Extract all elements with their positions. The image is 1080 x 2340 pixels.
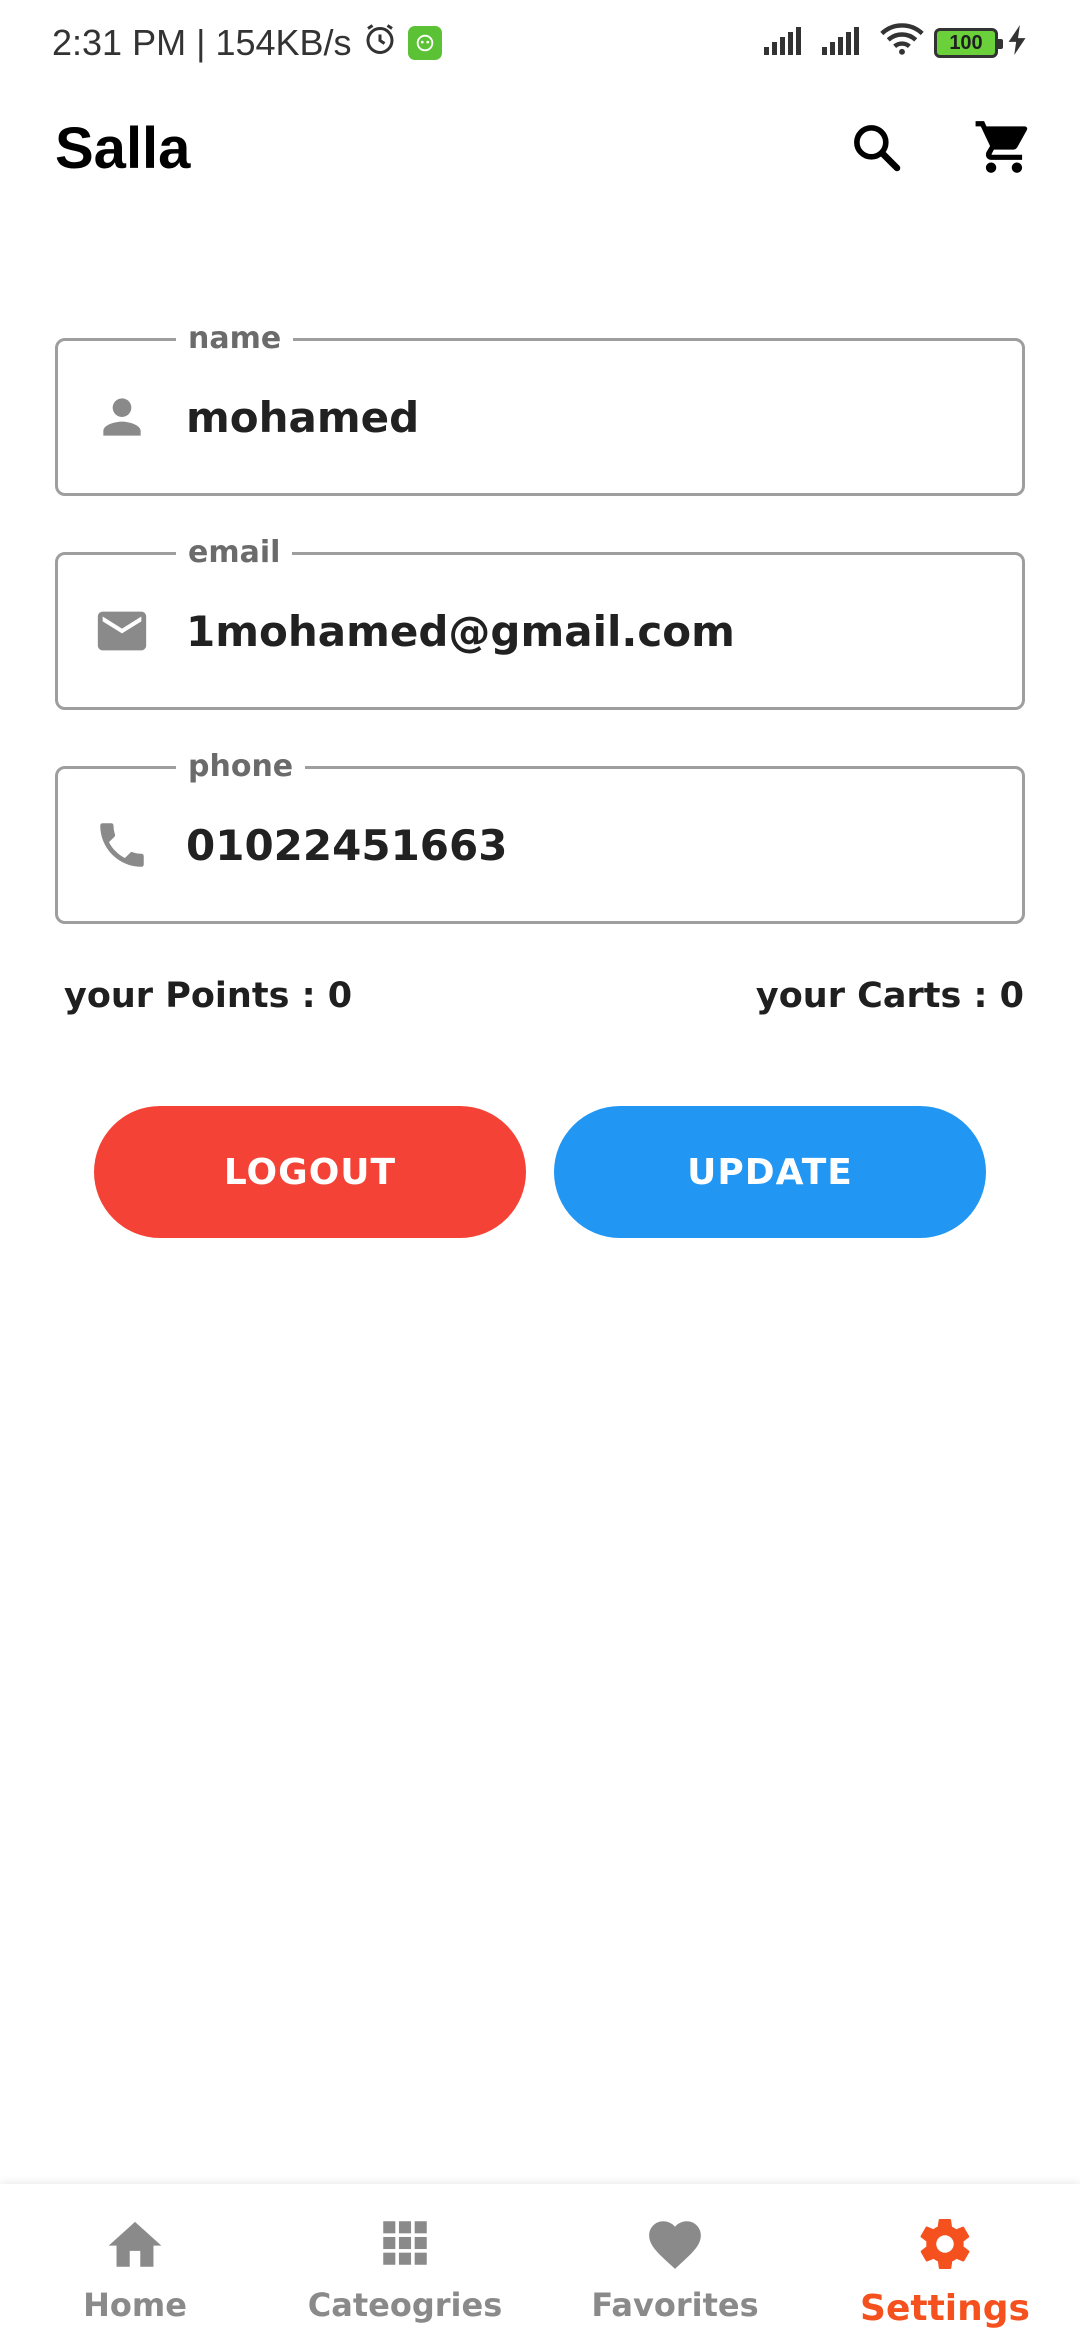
nav-item-categories[interactable]: Cateogries [290, 2214, 520, 2324]
search-button[interactable] [840, 113, 912, 185]
email-field[interactable]: email [55, 531, 1025, 710]
nav-label-favorites: Favorites [591, 2286, 759, 2324]
nav-item-favorites[interactable]: Favorites [560, 2214, 790, 2324]
app-title: Salla [55, 116, 191, 181]
email-field-label: email [176, 531, 293, 575]
update-button[interactable]: UPDATE [554, 1106, 986, 1238]
status-time: 2:31 PM [52, 22, 187, 63]
bottom-navigation: Home Cateogries Favorites Settings [0, 2184, 1080, 2340]
phone-icon [92, 815, 152, 875]
grid-icon [376, 2214, 434, 2276]
app-bar: Salla [0, 86, 1080, 211]
user-stats: your Points : 0 your Carts : 0 [64, 976, 1024, 1016]
nav-label-settings: Settings [860, 2288, 1030, 2329]
settings-screen: 2:31 PM | 154KB/s 100 Salla name mohamed… [0, 0, 1080, 2340]
charging-icon [1008, 22, 1028, 64]
carts-text: your Carts : 0 [755, 976, 1024, 1016]
person-icon [92, 387, 152, 447]
phone-input[interactable] [186, 769, 1022, 921]
nav-label-home: Home [83, 2286, 187, 2324]
email-input[interactable] [186, 555, 1022, 707]
name-field[interactable]: name [55, 317, 1025, 496]
gear-icon [915, 2214, 975, 2278]
signal-icon [764, 22, 812, 64]
app-notification-icon [407, 26, 442, 60]
search-icon [848, 119, 904, 179]
nav-item-settings[interactable]: Settings [830, 2214, 1060, 2329]
points-text: your Points : 0 [64, 976, 353, 1016]
cart-icon [973, 116, 1035, 182]
status-speed: 154KB/s [215, 22, 352, 63]
status-bar: 2:31 PM | 154KB/s 100 [0, 0, 1080, 86]
cart-button[interactable] [968, 113, 1040, 185]
status-left: 2:31 PM | 154KB/s [52, 21, 442, 66]
logout-button[interactable]: LOGOUT [94, 1106, 526, 1238]
name-input[interactable] [186, 341, 1022, 493]
nav-label-categories: Cateogries [307, 2286, 503, 2324]
wifi-icon [880, 22, 924, 65]
status-separator: | [196, 22, 206, 63]
heart-icon [644, 2214, 706, 2276]
phone-field-label: phone [176, 745, 306, 789]
battery-icon: 100 [934, 28, 1003, 58]
alarm-icon [362, 21, 398, 66]
signal-icon-2 [822, 22, 870, 64]
name-field-label: name [176, 317, 294, 361]
mail-icon [92, 601, 152, 661]
app-actions [840, 113, 1040, 185]
status-right: 100 [764, 22, 1028, 65]
home-icon [103, 2214, 167, 2276]
phone-field[interactable]: phone [55, 745, 1025, 924]
nav-item-home[interactable]: Home [20, 2214, 250, 2324]
